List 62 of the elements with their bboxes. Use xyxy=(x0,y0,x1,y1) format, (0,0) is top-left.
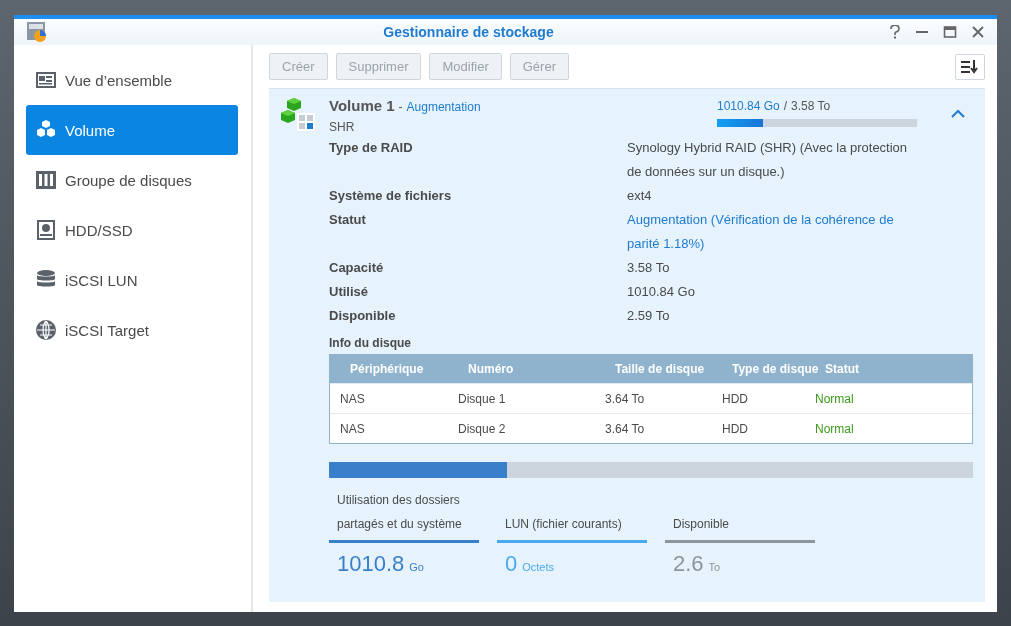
disk-group-icon xyxy=(35,169,57,191)
help-icon[interactable] xyxy=(889,25,901,39)
detail-label: Disponible xyxy=(329,307,397,325)
detail-label: Utilisé xyxy=(329,283,369,301)
detail-value: 3.58 To xyxy=(627,259,671,277)
legend-value: 0 xyxy=(505,551,518,577)
column-header: Type de disque xyxy=(732,362,819,376)
status-cell-text: Normal xyxy=(814,391,855,406)
table-cell-text: NAS xyxy=(339,421,366,436)
window-title: Gestionnaire de stockage xyxy=(382,24,555,40)
legend-unit: Octets xyxy=(522,561,555,573)
detail-label: Système de fichiers xyxy=(329,187,453,205)
legend-value: 1010.8 xyxy=(337,551,405,577)
detail-label: Capacité xyxy=(329,259,385,277)
detail-label: Type de RAID xyxy=(329,139,414,157)
detail-label: Statut xyxy=(329,211,367,229)
table-cell-text: HDD xyxy=(721,421,749,436)
hard-drive-icon xyxy=(35,219,57,241)
column-header: Taille de disque xyxy=(615,362,705,376)
status-value: Augmentation (Vérification de la cohérence de parité 1.18%) xyxy=(627,211,895,253)
sidebar-item[interactable]: iSCSI LUN xyxy=(26,255,238,305)
sidebar-item[interactable]: Vue d’ensemble xyxy=(26,55,238,105)
legend-label: Disponible xyxy=(672,516,731,533)
close-icon[interactable] xyxy=(971,25,985,39)
separator: / xyxy=(783,99,788,113)
table-cell-text: HDD xyxy=(721,391,749,406)
separator: - xyxy=(398,100,403,114)
section-title: Info du disque xyxy=(329,336,412,350)
sidebar-item[interactable]: Groupe de disques xyxy=(26,155,238,205)
volume-name: Volume 1 xyxy=(329,97,395,114)
sort-icon xyxy=(960,58,980,75)
table-cell-text: 3.64 To xyxy=(604,391,646,406)
table-cell-text: 3.64 To xyxy=(604,421,646,436)
detail-value: 2.59 To xyxy=(627,307,671,325)
sidebar-item[interactable]: iSCSI Target xyxy=(26,305,238,355)
globe-icon xyxy=(35,319,57,341)
sort-button[interactable] xyxy=(955,53,985,80)
sidebar-item[interactable]: HDD/SSD xyxy=(26,205,238,255)
legend-unit: Go xyxy=(409,561,424,573)
legend-label: LUN (fichier courants) xyxy=(504,516,623,533)
detail-value: 1010.84 Go xyxy=(627,283,696,301)
table-cell-text: Disque 2 xyxy=(457,421,507,436)
column-header: Statut xyxy=(825,362,859,376)
volume-state: Augmentation xyxy=(406,100,481,114)
detail-value: ext4 xyxy=(627,187,653,205)
app-logo-icon xyxy=(26,21,48,43)
volume-cubes-icon xyxy=(281,97,317,133)
legend-label: Utilisation des dossiers partagés et du système xyxy=(336,492,463,533)
maximize-icon[interactable] xyxy=(943,25,957,39)
volume-type: SHR xyxy=(329,120,356,134)
column-header: Numéro xyxy=(468,362,514,376)
legend-unit: To xyxy=(708,561,721,573)
status-cell-text: Normal xyxy=(814,421,855,436)
sidebar-item[interactable]: Volume xyxy=(26,105,238,155)
detail-value: Synology Hybrid RAID (SHR) (Avec la protection de données sur un disque.) xyxy=(627,139,909,181)
id-card-icon xyxy=(35,69,57,91)
used-size: 1010.84 Go xyxy=(717,99,780,113)
legend-value: 2.6 xyxy=(673,551,704,577)
column-header: Périphérique xyxy=(350,362,424,376)
table-cell-text: NAS xyxy=(339,391,366,406)
table-cell-text: Disque 1 xyxy=(457,391,507,406)
total-size: 3.58 To xyxy=(791,99,831,113)
